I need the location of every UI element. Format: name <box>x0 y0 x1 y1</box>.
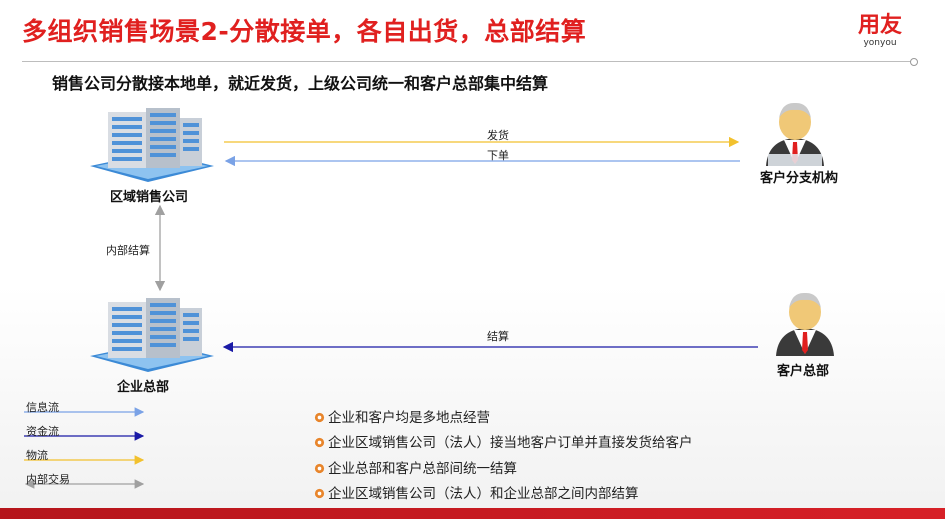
legend-logistics: 物流 <box>26 449 48 462</box>
bullet-item: 企业区域销售公司（法人）接当地客户订单并直接发货给客户 <box>314 431 693 451</box>
bullet-text: 企业区域销售公司（法人）接当地客户订单并直接发货给客户 <box>328 435 693 451</box>
enterprise-hq-label: 企业总部 <box>117 380 170 395</box>
bullet-item: 企业区域销售公司（法人）和企业总部之间内部结算 <box>314 482 639 502</box>
customer-hq-label: 客户总部 <box>777 364 830 379</box>
settlement-label: 结算 <box>487 330 509 343</box>
gear-bullet-icon <box>314 463 325 474</box>
slide: 多组织销售场景2-分散接单，各自出货，总部结算 用友 yonyou 销售公司分散… <box>0 0 945 519</box>
bullet-item: 企业总部和客户总部间统一结算 <box>314 457 517 477</box>
footer-bar <box>0 508 945 519</box>
building-icon <box>90 298 214 372</box>
order-label: 下单 <box>487 149 509 162</box>
bullet-text: 企业区域销售公司（法人）和企业总部之间内部结算 <box>328 486 639 502</box>
building-icon <box>90 108 214 182</box>
bullet-text: 企业和客户均是多地点经营 <box>328 410 490 426</box>
legend-internal-trade: 内部交易 <box>26 473 70 486</box>
internal-settlement-label: 内部结算 <box>106 244 150 257</box>
bullet-item: 企业和客户均是多地点经营 <box>314 406 490 426</box>
ship-label: 发货 <box>487 129 509 142</box>
legend-info-flow: 信息流 <box>26 401 59 414</box>
gear-bullet-icon <box>314 412 325 423</box>
gear-bullet-icon <box>314 488 325 499</box>
businessman-icon <box>776 292 834 356</box>
businessman-icon <box>766 102 824 166</box>
bullet-text: 企业总部和客户总部间统一结算 <box>328 461 517 477</box>
legend-fund-flow: 资金流 <box>26 425 59 438</box>
regional-sales-company-label: 区域销售公司 <box>110 190 189 205</box>
gear-bullet-icon <box>314 437 325 448</box>
customer-branch-label: 客户分支机构 <box>760 171 839 186</box>
